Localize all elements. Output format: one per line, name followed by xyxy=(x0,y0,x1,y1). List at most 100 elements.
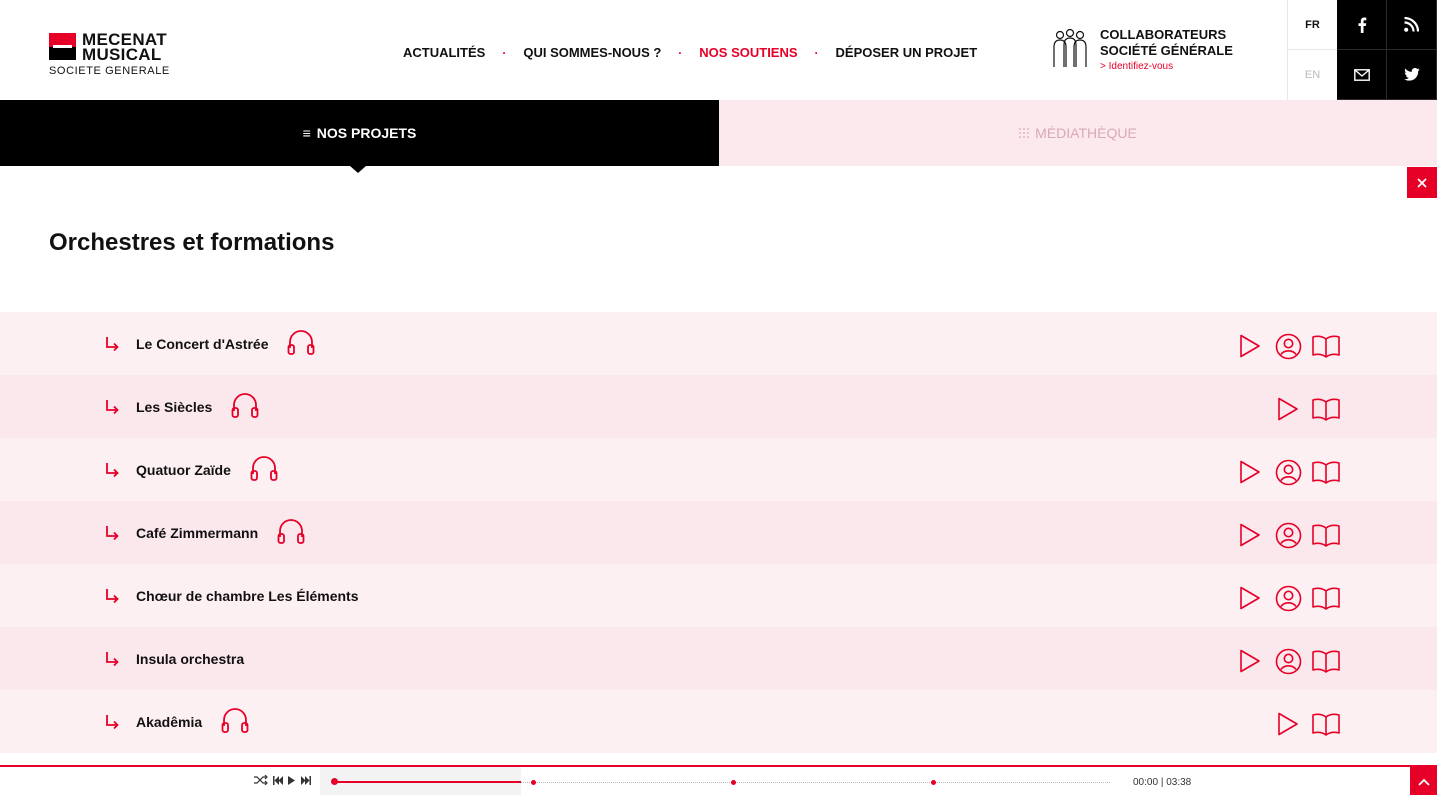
rss-button[interactable] xyxy=(1387,0,1437,50)
user-circle-icon xyxy=(1275,585,1302,612)
project-title[interactable]: Les Siècles xyxy=(136,399,212,415)
nav-separator: · xyxy=(814,45,819,60)
book-button[interactable] xyxy=(1312,584,1340,612)
track-marker[interactable] xyxy=(731,780,736,785)
social-links xyxy=(1337,0,1437,100)
headphones-icon[interactable] xyxy=(220,706,250,734)
collaborateurs-text: COLLABORATEURS SOCIÉTÉ GÉNÉRALE > Identi… xyxy=(1100,27,1233,72)
progress-handle[interactable] xyxy=(331,778,338,785)
nav-item-qui-sommes-nous[interactable]: QUI SOMMES-NOUS ? xyxy=(523,45,661,60)
profile-button[interactable] xyxy=(1274,584,1302,612)
play-icon xyxy=(1277,712,1299,736)
identifiez-vous-label: Identifiez-vous xyxy=(1108,61,1174,72)
nav-item-actualites[interactable]: ACTUALITÉS xyxy=(403,45,485,60)
scroll-top-button[interactable] xyxy=(1410,767,1437,795)
user-circle-icon xyxy=(1275,648,1302,675)
headphones-icon[interactable] xyxy=(276,517,306,545)
play-video-button[interactable] xyxy=(1274,710,1302,738)
book-button[interactable] xyxy=(1312,332,1340,360)
user-circle-icon xyxy=(1275,522,1302,549)
user-circle-icon xyxy=(1275,333,1302,360)
project-title[interactable]: Akadêmia xyxy=(136,714,202,730)
project-title[interactable]: Insula orchestra xyxy=(136,651,244,667)
close-icon xyxy=(1417,177,1427,188)
headphones-icon[interactable] xyxy=(249,454,279,482)
twitter-button[interactable] xyxy=(1387,50,1437,100)
project-actions xyxy=(1264,395,1340,423)
project-row[interactable]: Akadêmia xyxy=(0,690,1437,753)
menu-icon: ≡ xyxy=(302,125,311,141)
societe-generale-logo-icon xyxy=(49,33,76,60)
progress-track[interactable] xyxy=(320,767,1110,795)
profile-button[interactable] xyxy=(1274,647,1302,675)
project-title[interactable]: Café Zimmermann xyxy=(136,525,258,541)
book-icon xyxy=(1311,649,1341,673)
mail-icon xyxy=(1353,68,1370,81)
project-row[interactable]: Café Zimmermann xyxy=(0,501,1437,564)
next-button[interactable] xyxy=(301,775,311,785)
tab-nos-projets[interactable]: ≡ NOS PROJETS xyxy=(0,100,719,173)
book-button[interactable] xyxy=(1312,710,1340,738)
logo-text: MECENAT MUSICAL SOCIETE GENERALE xyxy=(49,31,170,78)
nav-item-nos-soutiens[interactable]: NOS SOUTIENS xyxy=(699,45,797,60)
time-current: 00:00 xyxy=(1133,777,1159,788)
profile-button[interactable] xyxy=(1274,521,1302,549)
identifiez-vous-link[interactable]: > Identifiez-vous xyxy=(1100,61,1233,72)
rss-icon xyxy=(1404,17,1419,32)
play-icon xyxy=(1239,334,1261,358)
headphones-icon[interactable] xyxy=(230,391,260,419)
chevron-up-icon xyxy=(1417,778,1430,786)
play-icon xyxy=(1239,460,1261,484)
facebook-button[interactable] xyxy=(1337,0,1387,50)
lang-fr-button[interactable]: FR xyxy=(1288,0,1337,50)
project-actions xyxy=(1226,332,1340,360)
shuffle-icon xyxy=(254,775,268,785)
language-switcher: FR EN xyxy=(1287,0,1337,100)
project-row[interactable]: Quatuor Zaïde xyxy=(0,438,1437,501)
book-button[interactable] xyxy=(1312,521,1340,549)
book-button[interactable] xyxy=(1312,395,1340,423)
play-video-button[interactable] xyxy=(1236,458,1264,486)
progress-fill xyxy=(334,781,521,783)
project-actions xyxy=(1226,458,1340,486)
project-row[interactable]: Chœur de chambre Les Éléments xyxy=(0,564,1437,627)
project-title[interactable]: Quatuor Zaïde xyxy=(136,462,231,478)
track-marker[interactable] xyxy=(531,780,536,785)
project-row[interactable]: Les Siècles xyxy=(0,375,1437,438)
project-row[interactable]: Insula orchestra xyxy=(0,627,1437,690)
previous-button[interactable] xyxy=(273,775,283,785)
nav-separator: · xyxy=(678,45,683,60)
mail-button[interactable] xyxy=(1337,50,1387,100)
shuffle-button[interactable] xyxy=(254,775,268,785)
project-row[interactable]: Le Concert d'Astrée xyxy=(0,312,1437,375)
main-nav: ACTUALITÉS · QUI SOMMES-NOUS ? · NOS SOU… xyxy=(403,45,977,60)
audio-player: 00:00 | 03:38 xyxy=(0,765,1437,795)
arrow-right-icon xyxy=(104,462,120,478)
book-button[interactable] xyxy=(1312,647,1340,675)
project-actions xyxy=(1226,521,1340,549)
people-group-icon xyxy=(1053,28,1087,67)
play-video-button[interactable] xyxy=(1236,647,1264,675)
track-marker[interactable] xyxy=(931,780,936,785)
profile-button[interactable] xyxy=(1274,332,1302,360)
collaborateurs-login[interactable]: COLLABORATEURS SOCIÉTÉ GÉNÉRALE > Identi… xyxy=(1050,27,1233,72)
tab-mediatheque[interactable]: MÉDIATHÈQUE xyxy=(719,100,1437,166)
play-video-button[interactable] xyxy=(1274,395,1302,423)
profile-button[interactable] xyxy=(1274,458,1302,486)
play-button[interactable] xyxy=(288,775,296,785)
logo-line-3: SOCIETE GENERALE xyxy=(49,65,170,77)
book-button[interactable] xyxy=(1312,458,1340,486)
tab-nos-projets-label: NOS PROJETS xyxy=(316,125,417,141)
nav-item-deposer-un-projet[interactable]: DÉPOSER UN PROJET xyxy=(836,45,978,60)
next-icon xyxy=(301,775,311,785)
lang-en-button[interactable]: EN xyxy=(1288,50,1337,100)
logo[interactable]: MECENAT MUSICAL SOCIETE GENERALE xyxy=(49,31,170,78)
close-button[interactable] xyxy=(1407,167,1437,198)
book-icon xyxy=(1311,334,1341,358)
headphones-icon[interactable] xyxy=(286,328,316,356)
play-video-button[interactable] xyxy=(1236,521,1264,549)
project-title[interactable]: Chœur de chambre Les Éléments xyxy=(136,588,359,604)
project-title[interactable]: Le Concert d'Astrée xyxy=(136,336,268,352)
play-video-button[interactable] xyxy=(1236,584,1264,612)
play-video-button[interactable] xyxy=(1236,332,1264,360)
